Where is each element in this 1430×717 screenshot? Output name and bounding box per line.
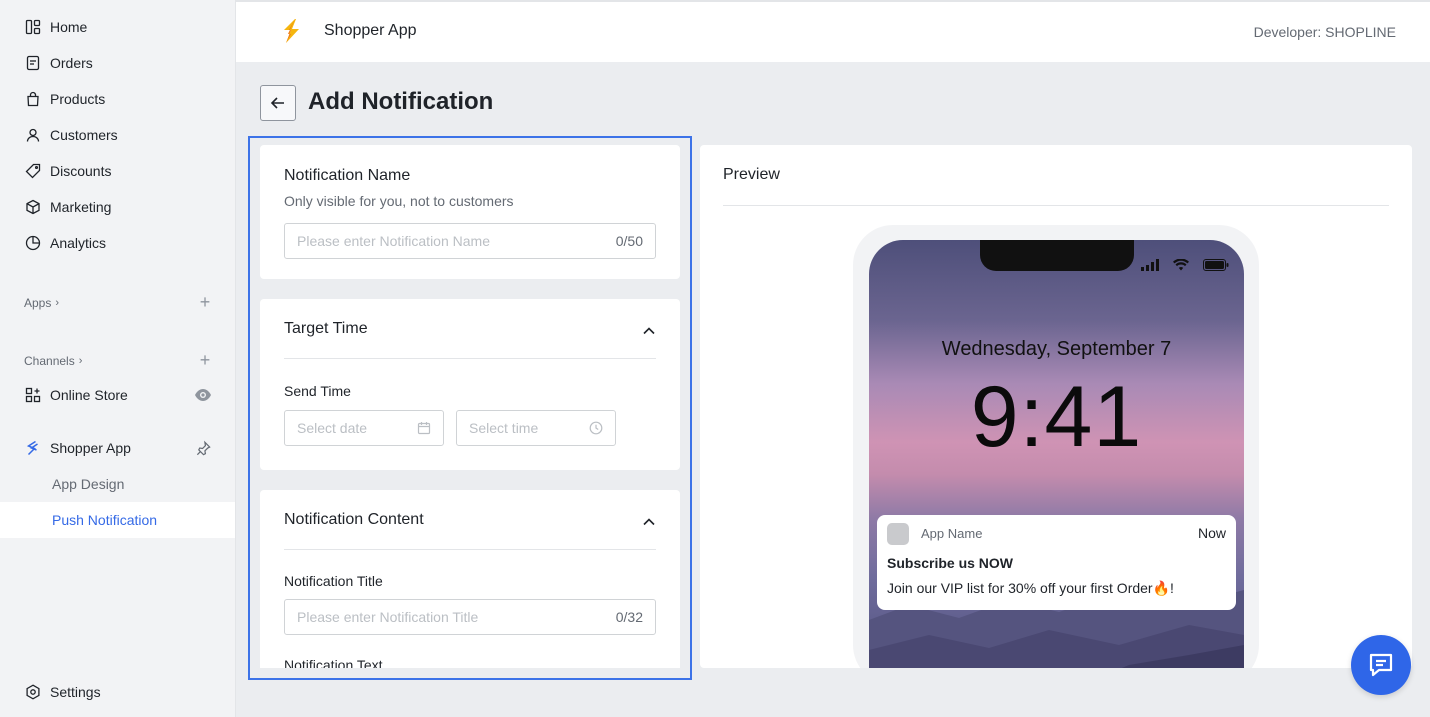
channels-section-label[interactable]: Channels › [24,354,82,368]
divider [284,549,656,550]
sidebar-item-discounts[interactable]: Discounts [0,153,235,189]
card-subtitle: Only visible for you, not to customers [284,193,514,209]
sidebar-item-label: Orders [50,55,93,71]
sidebar-item-analytics[interactable]: Analytics [0,225,235,261]
notification-preview-card: App Name Now Subscribe us NOW Join our V… [877,515,1236,610]
sidebar-item-settings[interactable]: Settings [0,674,235,710]
send-time-label: Send Time [284,383,351,399]
lock-screen-time: 9:41 [970,369,1143,465]
sidebar-item-home[interactable]: Home [0,9,235,45]
developer-label: Developer: SHOPLINE [1253,24,1396,40]
char-counter: 0/32 [615,609,643,625]
sidebar-item-label: Shopper App [50,440,131,456]
sidebar-item-label: Analytics [50,235,107,251]
notification-body: Join our VIP list for 30% off your first… [887,580,1174,596]
notification-time: Now [1197,525,1226,541]
notification-title-input[interactable]: Please enter Notification Title 0/32 [284,599,656,635]
notification-title: Subscribe us NOW [887,555,1014,571]
sidebar-item-label: Settings [50,684,101,700]
target-time-card: Target Time Send Time Select date Select… [260,299,680,470]
sidebar-item-products[interactable]: Products [0,81,235,117]
orders-icon [24,54,42,72]
battery-icon [1203,259,1229,271]
divider [284,358,656,359]
char-counter: 0/50 [615,233,643,249]
wifi-icon [1173,259,1189,271]
calendar-icon [417,422,431,435]
clock-icon [589,421,603,435]
card-title: Notification Content [284,511,424,528]
sidebar-item-label: Marketing [50,199,112,215]
signal-icon [1141,259,1159,271]
add-app-icon[interactable]: + [196,292,214,312]
preview-panel: Preview Wednesday, September 7 9:41 App … [700,145,1412,668]
eye-icon[interactable] [194,386,212,404]
chat-icon [1369,653,1393,677]
card-title: Target Time [284,320,368,337]
notification-content-card: Notification Content Notification Title … [260,490,680,668]
sidebar-item-orders[interactable]: Orders [0,45,235,81]
card-title: Notification Name [284,167,411,184]
sidebar-item-label: Home [50,19,88,35]
status-bar [1141,258,1229,272]
page-title: Add Notification [308,88,494,115]
chevron-up-icon[interactable] [642,515,656,529]
chat-support-button[interactable] [1351,635,1411,695]
sidebar-item-label: Customers [50,127,118,143]
notification-title-label: Notification Title [284,573,383,589]
notification-name-card: Notification Name Only visible for you, … [260,145,680,279]
time-picker[interactable]: Select time [456,410,616,446]
arrow-left-icon [270,97,284,109]
add-channel-icon[interactable]: + [196,350,214,370]
notification-form: Notification Name Only visible for you, … [260,145,680,668]
settings-icon [24,683,42,701]
top-header: Shopper App Developer: SHOPLINE [236,0,1430,62]
notification-text-label: Notification Text [284,657,383,668]
back-button[interactable] [260,85,296,121]
store-grid-icon [24,386,42,404]
tag-icon [24,162,42,180]
chevron-up-icon[interactable] [642,324,656,338]
header-app-title: Shopper App [324,22,417,39]
shopper-app-icon [24,439,42,457]
sidebar-item-label: Products [50,91,106,107]
sidebar-subitem-app-design[interactable]: App Design [0,466,235,502]
lock-screen-date: Wednesday, September 7 [941,338,1172,360]
phone-lock-screen: Wednesday, September 7 9:41 App Name Now… [869,240,1244,668]
apps-section-label[interactable]: Apps › [24,296,59,310]
user-icon [24,126,42,144]
pie-chart-icon [24,234,42,252]
app-icon-placeholder [887,523,909,545]
shopper-app-logo [280,18,304,44]
sidebar-item-customers[interactable]: Customers [0,117,235,153]
sidebar-item-label: Discounts [50,163,112,179]
notification-name-input[interactable]: Please enter Notification Name 0/50 [284,223,656,259]
preview-title: Preview [723,166,780,183]
divider [723,205,1389,206]
date-picker[interactable]: Select date [284,410,444,446]
pin-icon[interactable] [194,439,212,457]
cube-icon [24,198,42,216]
home-icon [24,18,42,36]
sidebar-subitem-push-notification[interactable]: Push Notification [0,502,235,538]
sidebar-item-label: Online Store [50,387,128,403]
phone-notch [980,240,1134,271]
chevron-right-icon: › [78,355,83,367]
bag-icon [24,90,42,108]
sidebar-item-marketing[interactable]: Marketing [0,189,235,225]
sidebar: Home Orders Products Customers Discounts… [0,0,236,717]
notification-app-name: App Name [921,526,983,541]
chevron-right-icon: › [55,297,60,309]
